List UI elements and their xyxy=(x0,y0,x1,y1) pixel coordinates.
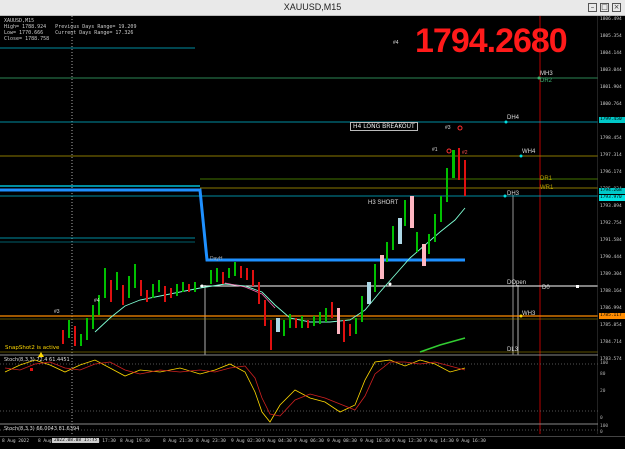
stoch-tick: 20 xyxy=(600,389,606,394)
wh3-label: WH3 xyxy=(522,311,536,317)
time-tick: 9 Aug 10:30 xyxy=(360,439,390,444)
stoch2-tick: 0 xyxy=(600,430,603,435)
mh3-label: MH3 xyxy=(540,71,553,77)
price-tick: 1790.444 xyxy=(600,255,622,260)
price-tick: 1791.584 xyxy=(600,238,622,243)
stoch-tick: 100 xyxy=(600,361,609,366)
dr2-label: DR2 xyxy=(540,78,553,84)
marker-label: #3 xyxy=(445,125,451,131)
wh4-label: WH4 xyxy=(522,149,536,155)
price-tick: 1804.144 xyxy=(600,51,622,56)
time-tick: 9 Aug 12:30 xyxy=(392,439,422,444)
price-tick: 1803.044 xyxy=(600,68,622,73)
moving-average-line xyxy=(94,207,466,333)
time-tick: 9 Aug 02:30 xyxy=(231,439,261,444)
price-tag: 1794.268 xyxy=(599,188,625,194)
price-axis[interactable]: 1806.494 1805.354 1804.144 1803.044 1801… xyxy=(598,16,625,435)
price-tick: 1798.454 xyxy=(600,136,622,141)
time-tick: 8 Aug 21:30 xyxy=(163,439,193,444)
time-axis[interactable]: 8 Aug 2022 8 Aug 2022.08.08 15:45 8 Aug … xyxy=(0,436,625,449)
symbol-info-box: XAUUSD,M15 High= 1788.924 Previous Days … xyxy=(4,18,136,42)
stoch-tick: 80 xyxy=(600,372,606,377)
price-tick: 1805.354 xyxy=(600,34,622,39)
marker-label: #2 xyxy=(462,150,468,156)
time-tick: 8 Aug 23:30 xyxy=(196,439,226,444)
stoch2-label: Stoch(8,3,3) 66.0043 81.6394 xyxy=(4,426,80,432)
window-titlebar: XAUUSD,M15 – □ × xyxy=(0,0,625,16)
marker-label: #1 xyxy=(432,147,438,153)
chart-area[interactable] xyxy=(0,16,625,449)
stoch-tick: 0 xyxy=(600,416,603,421)
price-tick: 1784.714 xyxy=(600,340,622,345)
price-tag: 1785.117 xyxy=(599,313,625,319)
price-tick: 1796.174 xyxy=(600,170,622,175)
snapshot-status: SnapShot2 is active xyxy=(5,345,60,351)
minimize-icon[interactable]: – xyxy=(588,3,597,12)
price-tag: 1793.970 xyxy=(599,195,625,201)
price-tick: 1806.494 xyxy=(600,17,622,22)
stoch-signal-line xyxy=(4,361,466,417)
time-tick: 8 Aug 19:30 xyxy=(120,439,150,444)
time-tick: 8 Aug xyxy=(38,439,52,444)
dr1-label: DR1 xyxy=(540,176,553,182)
price-tick: 1786.994 xyxy=(600,306,622,311)
price-tick: 1797.314 xyxy=(600,153,622,158)
time-tick: 9 Aug 08:30 xyxy=(327,439,357,444)
stoch2-tick: 100 xyxy=(600,424,609,429)
price-tag: 1799.450 xyxy=(599,117,625,123)
price-tick: 1785.854 xyxy=(600,323,622,328)
dl3-label: DL3 xyxy=(507,347,519,353)
dh3-label: DH3 xyxy=(507,191,520,197)
dh4-label: DH4 xyxy=(507,115,520,121)
time-tick: 8 Aug 17:30 xyxy=(86,439,116,444)
current-price-display: 1794.2680 xyxy=(415,22,568,60)
marker-label: #4 xyxy=(393,40,399,46)
candlesticks xyxy=(62,148,466,350)
price-tick: 1793.894 xyxy=(600,204,622,209)
price-tick: 1788.164 xyxy=(600,289,622,294)
close-icon[interactable]: × xyxy=(612,3,621,12)
window-title: XAUUSD,M15 xyxy=(283,2,342,12)
price-tick: 1789.304 xyxy=(600,272,622,277)
info-line: Close= 1788.758 xyxy=(4,36,50,42)
price-tick: 1800.764 xyxy=(600,102,622,107)
h3-short-label: H3 SHORT xyxy=(368,200,399,206)
time-tick: 9 Aug 04:30 xyxy=(262,439,292,444)
dayh-label: DayH xyxy=(210,256,223,262)
stoch-label: Stoch(8,3,3) 72.4 61.4451 xyxy=(4,357,70,363)
time-tick: 9 Aug 06:30 xyxy=(294,439,324,444)
h4-long-breakout-label: H4 LONG BREAKOUT xyxy=(350,122,418,131)
price-tick: 1792.754 xyxy=(600,221,622,226)
maximize-icon[interactable]: □ xyxy=(600,3,609,12)
wr1-label: WR1 xyxy=(540,185,554,191)
time-tick: 9 Aug 16:30 xyxy=(456,439,486,444)
marker-label: #3 xyxy=(54,309,60,315)
dopen-label: DOpen xyxy=(507,280,527,286)
price-tick: 1801.904 xyxy=(600,85,622,90)
time-tick: 9 Aug 14:30 xyxy=(424,439,454,444)
price-chart-svg xyxy=(0,16,599,434)
d0-label: D0 xyxy=(542,285,550,291)
marker-label: #4 xyxy=(94,298,100,304)
time-tick: 8 Aug 2022 xyxy=(2,439,30,444)
